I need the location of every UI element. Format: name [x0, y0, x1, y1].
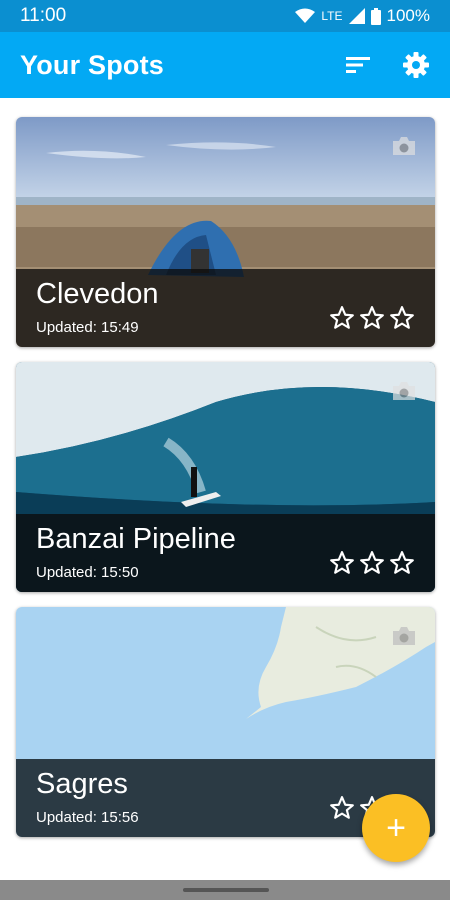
spot-card[interactable]: Banzai Pipeline Updated: 15:50 — [16, 362, 435, 592]
star-outline-icon[interactable] — [329, 305, 355, 331]
camera-icon[interactable] — [391, 625, 417, 647]
spot-card[interactable]: Clevedon Updated: 15:49 — [16, 117, 435, 347]
add-icon: + — [386, 808, 406, 847]
spots-list[interactable]: Clevedon Updated: 15:49 Banzai Pipeline … — [0, 98, 450, 880]
battery-percent: 100% — [386, 6, 430, 25]
star-outline-icon[interactable] — [359, 305, 385, 331]
signal-icon — [348, 8, 365, 24]
star-rating[interactable] — [329, 550, 415, 576]
battery-icon — [370, 7, 381, 25]
system-nav-bar — [0, 880, 450, 900]
camera-icon[interactable] — [391, 380, 417, 402]
wifi-icon — [295, 8, 316, 24]
star-outline-icon[interactable] — [389, 305, 415, 331]
app-actions — [344, 51, 430, 79]
status-bar: 11:00 LTE 100% — [0, 0, 450, 32]
app-title: Your Spots — [20, 49, 165, 80]
star-outline-icon[interactable] — [359, 550, 385, 576]
status-icons: LTE 100% — [295, 6, 430, 26]
status-time: 11:00 — [20, 5, 67, 26]
star-outline-icon[interactable] — [329, 550, 355, 576]
sort-icon[interactable] — [344, 51, 372, 79]
app-bar: Your Spots — [0, 32, 450, 98]
star-outline-icon[interactable] — [329, 795, 355, 821]
star-rating[interactable] — [329, 305, 415, 331]
star-outline-icon[interactable] — [389, 550, 415, 576]
home-gesture-handle[interactable] — [183, 888, 269, 892]
add-spot-fab[interactable]: + — [362, 794, 430, 862]
settings-gear-icon[interactable] — [402, 51, 430, 79]
network-type: LTE — [321, 9, 343, 23]
camera-icon[interactable] — [391, 135, 417, 157]
